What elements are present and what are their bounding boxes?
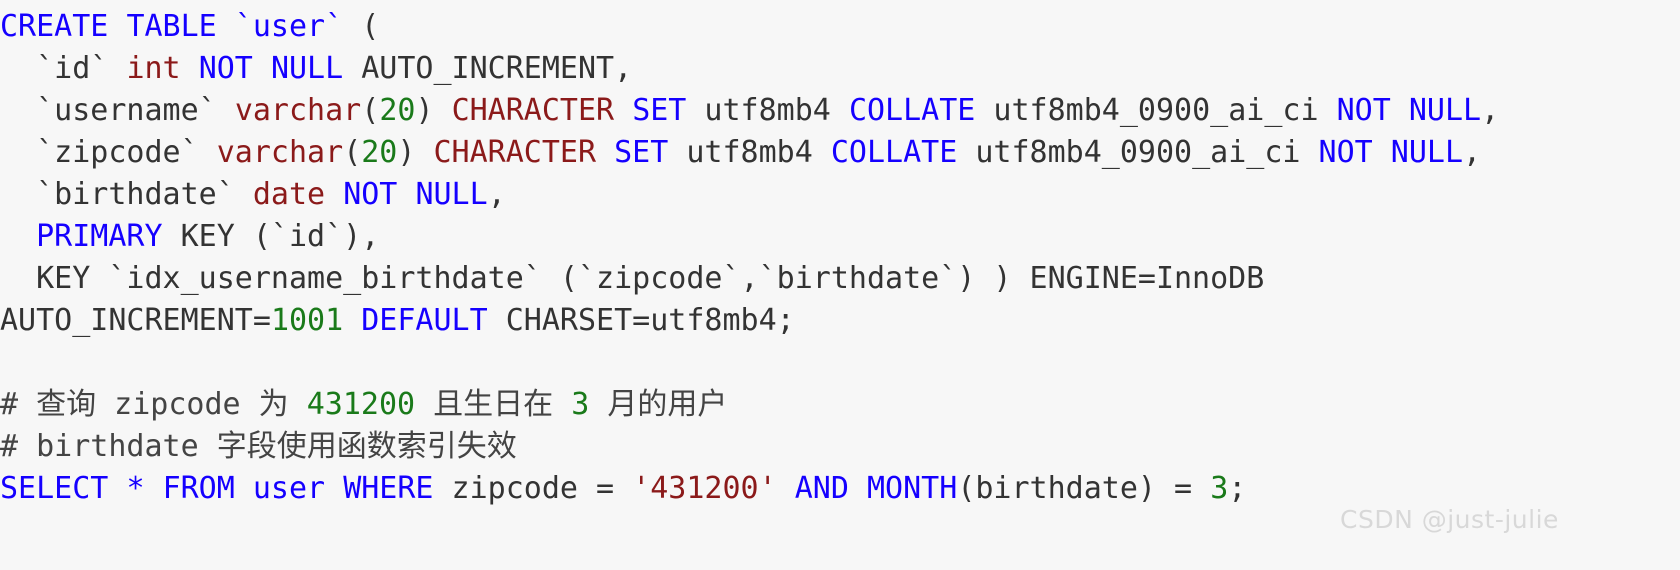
code-token: utf8mb4_0900_ai_ci: [957, 135, 1319, 170]
code-token: 3: [571, 387, 590, 422]
code-token: CREATE: [0, 9, 109, 44]
code-line: `zipcode` varchar(20) CHARACTER SET utf8…: [0, 132, 1680, 174]
code-token: utf8mb4: [668, 135, 831, 170]
code-line: `birthdate` date NOT NULL,: [0, 174, 1680, 216]
code-token: *: [126, 471, 145, 506]
code-token: SET: [614, 135, 669, 170]
code-line: # birthdate 字段使用函数索引失效: [0, 426, 1680, 468]
code-token: SELECT: [0, 471, 109, 506]
code-token: '431200': [632, 471, 777, 506]
code-token: ,: [487, 177, 506, 212]
code-token: (: [361, 93, 380, 128]
code-line: SELECT * FROM user WHERE zipcode = '4312…: [0, 468, 1680, 510]
code-token: CHARACTER: [433, 135, 597, 170]
code-token: 3: [1210, 471, 1229, 506]
code-line: # 查询 zipcode 为 431200 且生日在 3 月的用户: [0, 384, 1680, 426]
code-line: AUTO_INCREMENT=1001 DEFAULT CHARSET=utf8…: [0, 300, 1680, 342]
code-token: user: [252, 471, 326, 506]
code-token: date: [252, 177, 326, 212]
code-token: CHARSET=utf8mb4;: [487, 303, 795, 338]
code-token: NULL: [270, 51, 344, 86]
code-token: AUTO_INCREMENT,: [343, 51, 633, 86]
code-token: (: [343, 9, 380, 44]
code-token: ;: [1228, 471, 1247, 506]
code-token: varchar: [234, 93, 362, 128]
code-token: NOT: [198, 51, 253, 86]
code-token: NOT: [1318, 135, 1373, 170]
code-token: 1001: [270, 303, 344, 338]
code-token: NOT: [1336, 93, 1391, 128]
code-token: ,: [1463, 135, 1482, 170]
code-token: ,: [1481, 93, 1500, 128]
code-token: TABLE: [126, 9, 217, 44]
code-token: `id`: [0, 51, 127, 86]
code-token: # 查询 zipcode 为: [0, 387, 307, 422]
code-token: NULL: [1408, 93, 1482, 128]
code-token: `username`: [0, 93, 235, 128]
code-token: PRIMARY: [36, 219, 163, 254]
code-token: AUTO_INCREMENT=: [0, 303, 271, 338]
code-token: 月的用户: [589, 387, 728, 422]
csdn-watermark: CSDN @just-julie: [1340, 505, 1559, 534]
code-line: `username` varchar(20) CHARACTER SET utf…: [0, 90, 1680, 132]
sql-code-screenshot: CREATE TABLE `user` ( `id` int NOT NULL …: [0, 0, 1680, 570]
code-token: utf8mb4_0900_ai_ci: [975, 93, 1337, 128]
code-token: 且生日在: [415, 387, 572, 422]
code-token: `zipcode`: [0, 135, 217, 170]
code-token: 20: [361, 135, 398, 170]
code-token: `birthdate`: [0, 177, 253, 212]
code-line: CREATE TABLE `user` (: [0, 6, 1680, 48]
code-token: utf8mb4: [686, 93, 849, 128]
code-token: varchar: [216, 135, 344, 170]
code-token: ): [415, 93, 452, 128]
code-token: (birthdate) =: [957, 471, 1211, 506]
code-token: SET: [632, 93, 687, 128]
code-token: # birthdate 字段使用函数索引失效: [0, 429, 517, 464]
sql-code-block[interactable]: CREATE TABLE `user` ( `id` int NOT NULL …: [0, 0, 1680, 510]
code-token: NOT: [343, 177, 398, 212]
code-token: NULL: [415, 177, 488, 212]
code-token: 20: [379, 93, 416, 128]
code-token: FROM: [162, 471, 235, 506]
code-token: DEFAULT: [361, 303, 488, 338]
code-token: (: [343, 135, 362, 170]
code-token: CHARACTER: [451, 93, 615, 128]
code-token: 431200: [306, 387, 416, 422]
code-token: zipcode =: [433, 471, 633, 506]
code-token: int: [126, 51, 181, 86]
code-token: KEY (`id`),: [162, 219, 380, 254]
code-token: `user`: [234, 9, 344, 44]
code-token: NULL: [1390, 135, 1464, 170]
code-token: COLLATE: [848, 93, 976, 128]
code-token: WHERE: [343, 471, 434, 506]
code-line: `id` int NOT NULL AUTO_INCREMENT,: [0, 48, 1680, 90]
code-token: ): [397, 135, 434, 170]
code-token: COLLATE: [830, 135, 958, 170]
code-token: KEY `idx_username_birthdate` (`zipcode`,…: [0, 261, 1265, 296]
code-line: KEY `idx_username_birthdate` (`zipcode`,…: [0, 258, 1680, 300]
code-token: MONTH: [867, 471, 958, 506]
code-line: PRIMARY KEY (`id`),: [0, 216, 1680, 258]
code-token: AND: [794, 471, 849, 506]
